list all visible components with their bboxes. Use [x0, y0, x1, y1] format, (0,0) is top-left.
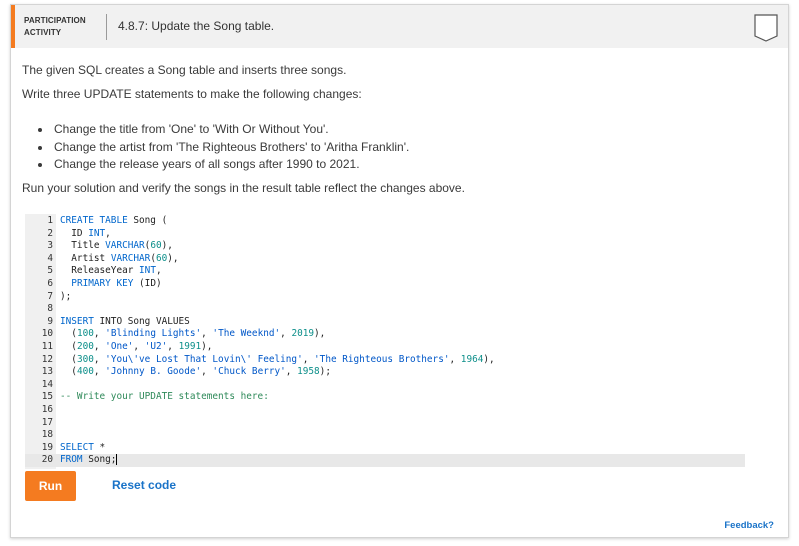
line-number: 13	[41, 366, 53, 378]
line-number: 14	[41, 378, 53, 390]
line-number: 10	[41, 328, 53, 340]
line-number: 6	[47, 278, 53, 289]
feedback-link[interactable]: Feedback?	[724, 520, 774, 531]
bookmark-icon[interactable]	[754, 14, 778, 42]
line-number: 3	[47, 240, 53, 252]
participation-activity-card: PARTICIPATION ACTIVITY 4.8.7: Update the…	[10, 4, 789, 538]
code-line[interactable]: 3 Title VARCHAR(60),	[25, 240, 745, 253]
code-text: );	[60, 290, 72, 302]
line-number: 17	[41, 416, 53, 428]
header-divider	[106, 14, 107, 40]
code-line[interactable]: 2 ID INT,	[25, 228, 745, 241]
line-number: 11	[41, 341, 53, 352]
code-line[interactable]: 17	[25, 417, 745, 430]
change-list: Change the title from 'One' to 'With Or …	[22, 121, 409, 174]
code-line[interactable]: 1 CREATE TABLE Song (	[25, 215, 745, 228]
code-line[interactable]: 16	[25, 404, 745, 417]
line-number: 20	[41, 454, 53, 466]
code-line[interactable]: 8	[25, 303, 745, 316]
line-number: 12	[41, 353, 53, 365]
code-line[interactable]: 20 FROM Song;	[25, 454, 745, 467]
line-number: 5	[47, 265, 53, 277]
code-line[interactable]: 5 ReleaseYear INT,	[25, 265, 745, 278]
code-line[interactable]: 10 (100, 'Blinding Lights', 'The Weeknd'…	[25, 328, 745, 341]
list-item: Change the release years of all songs af…	[22, 156, 409, 174]
activity-header: PARTICIPATION ACTIVITY 4.8.7: Update the…	[11, 5, 788, 48]
activity-title: 4.8.7: Update the Song table.	[118, 19, 275, 33]
code-line[interactable]: 4 Artist VARCHAR(60),	[25, 253, 745, 266]
code-editor[interactable]: 1 CREATE TABLE Song (2 ID INT, 3 Title VAR…	[25, 214, 745, 469]
list-item: Change the artist from 'The Righteous Br…	[22, 139, 409, 157]
line-number: 9	[47, 315, 53, 327]
code-text: INSERT INTO Song VALUES	[60, 315, 190, 327]
code-text: PRIMARY KEY (ID)	[71, 278, 162, 289]
code-text: (100, 'Blinding Lights', 'The Weeknd', 2…	[60, 328, 326, 340]
code-line[interactable]: 15 -- Write your UPDATE statements here:	[25, 391, 745, 404]
code-text: CREATE TABLE Song (	[60, 215, 168, 226]
code-text: Title VARCHAR(60),	[60, 240, 173, 252]
code-line[interactable]: 6 PRIMARY KEY (ID)	[25, 278, 745, 291]
line-number: 4	[47, 252, 53, 264]
code-line[interactable]: 18	[25, 429, 745, 442]
badge-line-2: ACTIVITY	[24, 28, 62, 37]
code-line[interactable]: 11 (200, 'One', 'U2', 1991),	[25, 341, 745, 354]
code-line[interactable]: 13 (400, 'Johnny B. Goode', 'Chuck Berry…	[25, 366, 745, 379]
code-text: FROM Song;	[60, 454, 118, 466]
code-text: -- Write your UPDATE statements here:	[60, 391, 269, 403]
line-number: 18	[41, 429, 53, 441]
task-text: Write three UPDATE statements to make th…	[22, 87, 362, 101]
bullet-icon	[38, 128, 42, 132]
code-text: (300, 'You\'ve Lost That Lovin\' Feeling…	[60, 353, 495, 365]
line-number: 19	[41, 441, 53, 453]
code-line[interactable]: 9 INSERT INTO Song VALUES	[25, 316, 745, 329]
list-item: Change the title from 'One' to 'With Or …	[22, 121, 409, 139]
run-button[interactable]: Run	[25, 471, 76, 501]
line-number: 7	[47, 290, 53, 302]
badge-line-1: PARTICIPATION	[24, 16, 86, 25]
line-number: 2	[47, 227, 53, 239]
code-line[interactable]: 7);	[25, 291, 745, 304]
activity-badge: PARTICIPATION ACTIVITY	[24, 15, 86, 39]
text-cursor	[116, 454, 118, 466]
code-text: Artist VARCHAR(60),	[60, 252, 179, 264]
bullet-icon	[38, 163, 42, 167]
line-number: 8	[47, 303, 53, 315]
line-number: 16	[41, 404, 53, 415]
code-text: SELECT *	[60, 441, 106, 453]
code-text: (200, 'One', 'U2', 1991),	[60, 341, 213, 352]
code-line[interactable]: 12 (300, 'You\'ve Lost That Lovin\' Feel…	[25, 354, 745, 367]
code-text: ReleaseYear INT,	[60, 265, 162, 277]
bullet-icon	[38, 145, 42, 150]
code-text: (400, 'Johnny B. Goode', 'Chuck Berry', …	[60, 366, 331, 378]
line-number: 15	[41, 391, 53, 403]
outro-text: Run your solution and verify the songs i…	[22, 181, 465, 195]
code-line[interactable]: 19 SELECT *	[25, 442, 745, 455]
code-line[interactable]: 14	[25, 379, 745, 392]
intro-text: The given SQL creates a Song table and i…	[22, 63, 347, 77]
reset-code-link[interactable]: Reset code	[112, 478, 176, 492]
code-text: ID INT,	[60, 227, 111, 239]
line-number: 1	[47, 215, 53, 226]
